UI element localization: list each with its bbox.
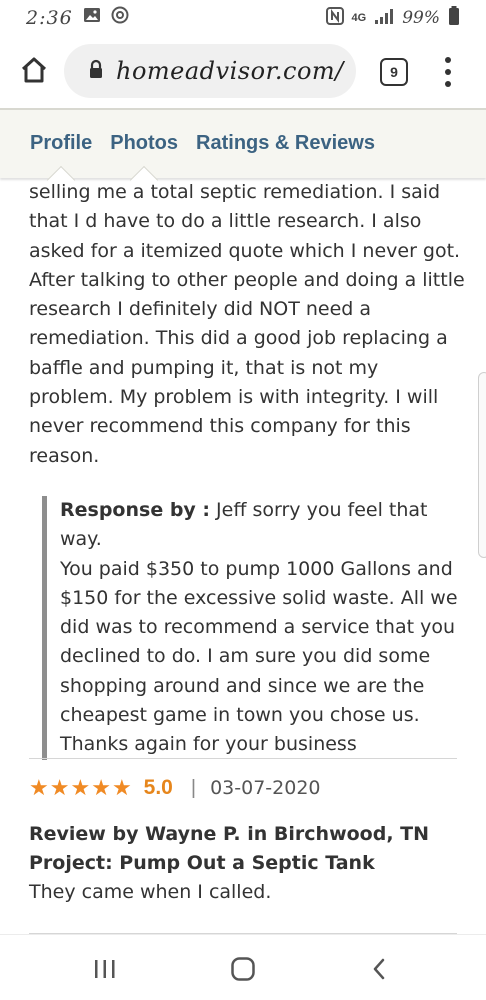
review-line: baffle and pumping it, that is not my — [29, 356, 379, 379]
response-line: shopping around and since we are the — [60, 674, 425, 697]
battery-icon — [448, 5, 460, 31]
home-nav-icon[interactable] — [218, 947, 268, 991]
more-menu-icon[interactable] — [436, 54, 460, 90]
response-label: Response by : — [60, 499, 211, 521]
recent-apps-icon[interactable] — [80, 947, 130, 991]
star-icon: ★ — [49, 775, 70, 800]
review-line: that I d have to do a little research. I… — [29, 210, 422, 233]
review-line: After talking to other people and doing … — [29, 268, 465, 291]
network-type: 4G — [351, 12, 367, 24]
star-icon: ★ — [70, 775, 91, 800]
sync-icon — [111, 6, 129, 30]
tab-photos[interactable]: Photos — [110, 132, 179, 195]
rating-row: ★ ★ ★ ★ ★ 5.0 | 03-07-2020 — [29, 774, 321, 802]
response-line: declined to do. I am sure you did some — [60, 645, 431, 668]
tab-ratings-reviews[interactable]: Ratings & Reviews — [196, 132, 375, 155]
star-icon: ★ — [91, 775, 111, 800]
url-text[interactable]: homeadvisor.com/ — [116, 57, 344, 85]
review-line: never recommend this company for this — [29, 415, 411, 438]
review-body: selling me a total septic remediation. I… — [29, 178, 469, 471]
project-title: Project: Pump Out a Septic Tank — [29, 852, 375, 874]
business-response: Response by : Jeff sorry you feel that w… — [42, 496, 462, 760]
tab-profile-label: Profile — [30, 132, 93, 154]
review-line: asked for a itemized quote which I never… — [29, 239, 461, 262]
review-text: They came when I called. — [29, 881, 272, 903]
nfc-icon — [325, 6, 344, 30]
review-line: research I definitely did NOT need a — [29, 298, 372, 321]
review-line: problem. My problem is with integrity. I… — [29, 386, 439, 409]
review-date: 03-07-2020 — [210, 777, 321, 799]
tab-profile[interactable]: Profile — [30, 132, 93, 195]
star-rating: ★ ★ ★ ★ ★ — [29, 777, 132, 799]
back-icon[interactable] — [354, 947, 404, 991]
divider — [29, 758, 457, 759]
scroll-handle[interactable] — [478, 372, 486, 558]
rating-score: 5.0 — [143, 776, 173, 799]
lock-icon — [88, 59, 104, 84]
star-icon: ★ — [29, 775, 49, 800]
signal-icon — [374, 8, 394, 29]
url-bar[interactable]: homeadvisor.com/ — [64, 44, 356, 98]
response-line: Thanks again for your business — [60, 733, 357, 756]
response-line: You paid $350 to pump 1000 Gallons and — [60, 557, 453, 580]
tab-ratings-label: Ratings & Reviews — [196, 132, 375, 154]
gallery-icon — [83, 7, 101, 29]
system-nav-bar — [0, 934, 486, 1000]
status-bar: 2:36 4G 99% — [0, 0, 486, 36]
review-line: remediation. This did a good job replaci… — [29, 327, 448, 350]
reviewer-name: Review by Wayne P. in Birchwood, TN — [29, 823, 430, 845]
battery-percent: 99% — [402, 8, 440, 28]
tab-photos-label: Photos — [110, 132, 179, 154]
tabs-button[interactable]: 9 — [380, 58, 408, 86]
browser-toolbar: homeadvisor.com/ 9 — [0, 36, 486, 108]
tabs-count: 9 — [390, 64, 398, 80]
profile-tab-bar: Profile Photos Ratings & Reviews — [0, 108, 486, 195]
status-time: 2:36 — [26, 7, 73, 29]
rating-separator: | — [190, 776, 197, 799]
home-button[interactable] — [4, 42, 64, 102]
response-line: cheapest game in town you chose us. — [60, 704, 420, 727]
response-line: $150 for the excessive solid waste. All … — [60, 586, 458, 609]
response-line: Response by : Jeff sorry you feel that w… — [60, 496, 462, 555]
review-line: selling me a total septic remediation. I… — [29, 181, 441, 203]
home-icon — [19, 55, 49, 90]
star-icon: ★ — [111, 775, 132, 800]
response-line: did was to recommend a service that you — [60, 616, 455, 639]
review-line: reason. — [29, 444, 100, 467]
